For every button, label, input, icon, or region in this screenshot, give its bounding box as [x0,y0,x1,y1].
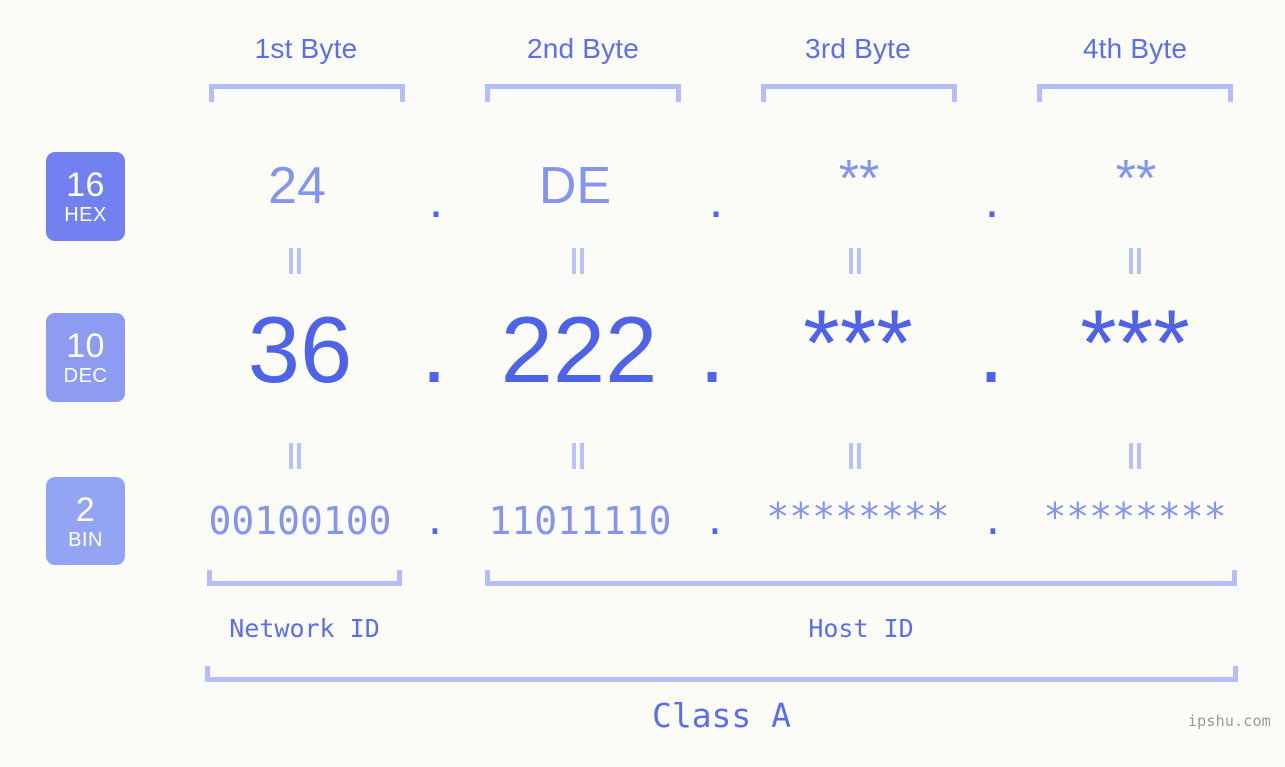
byte-header-label-3: 3rd Byte [805,33,911,64]
hex-separator-3: . [984,171,1000,229]
dec-byte-value-4: *** [1080,290,1190,395]
site-watermark: ipshu.com [1187,712,1271,730]
byte-bracket-top-2 [485,84,681,102]
hex-byte-value-1: 24 [268,157,326,215]
byte-bracket-top-4 [1037,84,1233,102]
class-label: Class A [651,696,792,735]
base-badge-dec-number: 10 [66,327,105,365]
base-badge-hex-name: HEX [64,204,107,226]
dec-byte-value-2: 222 [500,297,658,402]
base-badge-dec-name: DEC [63,365,108,387]
byte-header-label-4: 4th Byte [1082,33,1188,64]
network-id-bracket [207,570,402,586]
class-bracket [205,666,1238,682]
base-badge-bin-name: BIN [68,528,103,551]
bin-byte-value-3: ******** [766,495,950,539]
equals-icon-hex-dec-2 [571,248,585,274]
hex-separator-2: . [708,171,724,229]
byte-header-label-1: 1st Byte [254,33,358,64]
network-id-label: Network ID [229,614,380,643]
equals-icon-dec-bin-2 [571,443,585,469]
base-badge-hex-number: 16 [66,166,105,204]
equals-icon-hex-dec-1 [288,248,302,274]
byte-bracket-top-1 [209,84,405,102]
equals-icon-dec-bin-1 [288,443,302,469]
base-badge-bin: 2 BIN [46,477,125,565]
dec-byte-value-1: 36 [247,297,353,402]
byte-bracket-top-3 [761,84,957,102]
hex-byte-value-2: DE [538,157,612,215]
equals-icon-dec-bin-3 [848,443,862,469]
bin-byte-value-2: 11011110 [488,499,672,543]
base-badge-hex: 16 HEX [46,152,125,241]
bin-byte-value-4: ******** [1043,495,1227,539]
hex-byte-value-4: ** [1115,150,1157,208]
dec-separator-2: . [698,297,726,402]
host-id-label: Host ID [808,614,914,643]
equals-icon-hex-dec-3 [848,248,862,274]
dec-byte-value-3: *** [803,290,913,395]
equals-icon-dec-bin-4 [1128,443,1142,469]
hex-byte-value-3: ** [838,150,880,208]
dec-separator-1: . [420,297,448,402]
host-id-bracket [485,570,1237,586]
ip-address-breakdown-diagram: 1st Byte 2nd Byte 3rd Byte 4th Byte 16 H… [0,0,1285,767]
equals-icon-hex-dec-4 [1128,248,1142,274]
byte-header-label-2: 2nd Byte [526,33,640,64]
base-badge-dec: 10 DEC [46,313,125,402]
bin-byte-value-1: 00100100 [208,499,392,543]
base-badge-bin-number: 2 [75,490,96,529]
